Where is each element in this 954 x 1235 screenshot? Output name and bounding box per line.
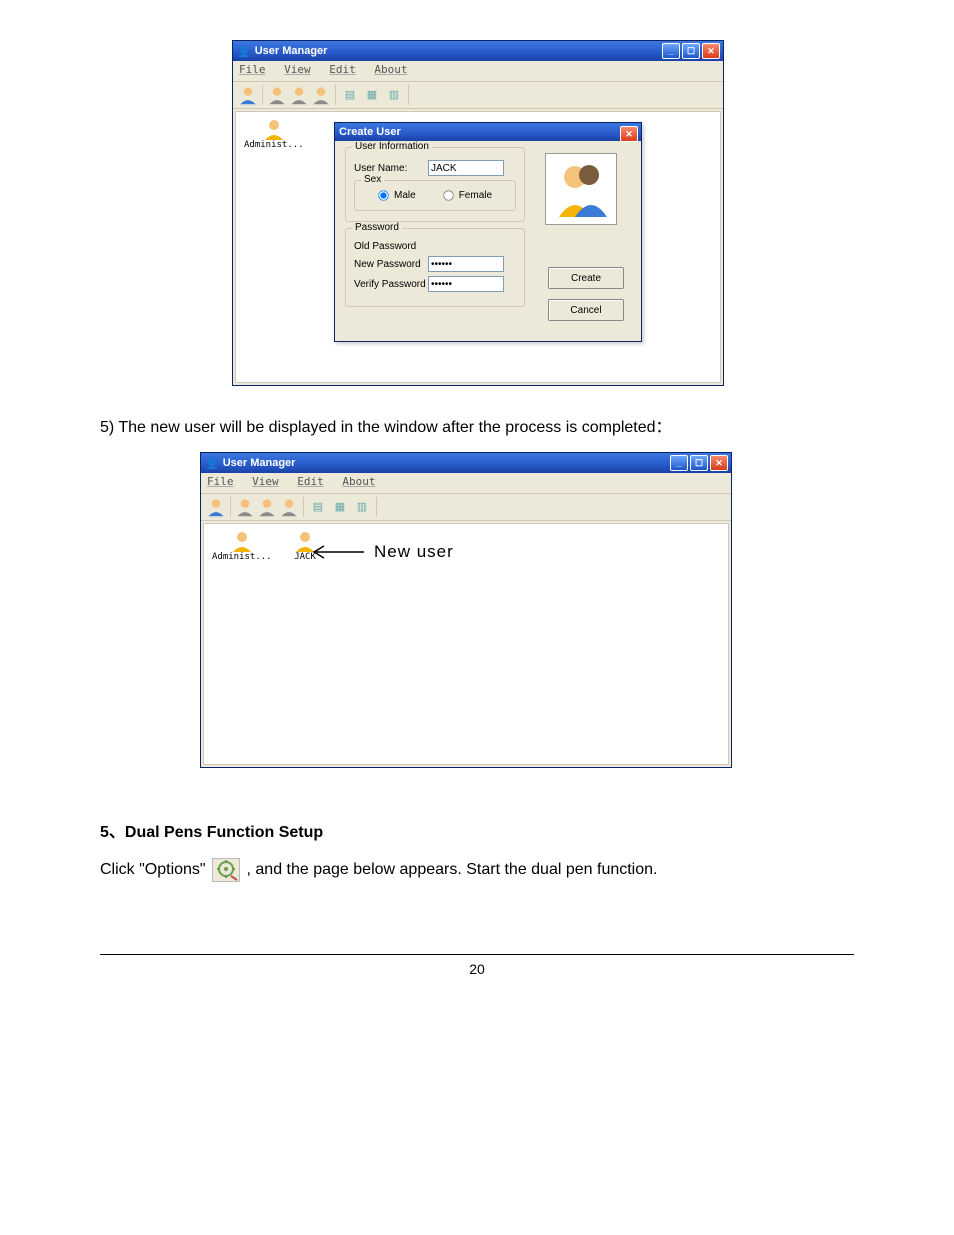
arrow-left-icon	[310, 544, 366, 560]
minimize-button[interactable]: _	[662, 43, 680, 59]
label-male: Male	[394, 190, 416, 201]
menu-view[interactable]: View	[284, 63, 311, 76]
figure-user-manager-result: 👤 User Manager _ ☐ ✕ File View Edit Abou…	[200, 452, 730, 768]
cancel-button[interactable]: Cancel	[548, 299, 624, 321]
page-number: 20	[469, 961, 485, 977]
tb-view-small-icon-2[interactable]: ▦	[329, 496, 351, 518]
toolbar: ▤ ▦ ▥	[233, 82, 723, 109]
maximize-button-2[interactable]: ☐	[690, 455, 708, 471]
user-label: Administ...	[244, 140, 304, 150]
tb-user-icon-2b[interactable]	[234, 496, 256, 518]
user-item-administ[interactable]: Administ...	[244, 118, 304, 150]
avatar-preview	[545, 153, 617, 225]
group-password: Password Old Password New Password	[345, 228, 525, 307]
app-icon-2: 👤	[205, 457, 219, 470]
label-new-password: New Password	[354, 259, 428, 270]
menu-edit-2[interactable]: Edit	[297, 475, 324, 488]
menubar-2[interactable]: File View Edit About	[201, 473, 731, 494]
tb-user-icon-3[interactable]	[288, 84, 310, 106]
titlebar[interactable]: 👤 User Manager _ ☐ ✕	[233, 41, 723, 61]
maximize-button[interactable]: ☐	[682, 43, 700, 59]
para-options-pre: Click "Options"	[100, 861, 206, 878]
window-user-manager-1: 👤 User Manager _ ☐ ✕ File View Edit Abou…	[232, 40, 724, 386]
app-icon: 👤	[237, 45, 251, 58]
figure-user-manager-create: 👤 User Manager _ ☐ ✕ File View Edit Abou…	[232, 40, 722, 386]
dialog-right-panel: Create Cancel	[545, 153, 627, 331]
close-button[interactable]: ✕	[702, 43, 720, 59]
window-user-manager-2: 👤 User Manager _ ☐ ✕ File View Edit Abou…	[200, 452, 732, 768]
toolbar-2: ▤ ▦ ▥	[201, 494, 731, 521]
dialog-title: Create User	[339, 126, 401, 138]
client-area: Administ... Create User ✕ User Informati…	[235, 111, 721, 383]
group-sex: Sex Male Female	[354, 180, 516, 211]
tb-view-large-icon[interactable]: ▤	[339, 84, 361, 106]
menu-edit[interactable]: Edit	[329, 63, 356, 76]
create-user-dialog: Create User ✕ User Information User Name…	[334, 122, 642, 342]
input-username[interactable]	[428, 160, 504, 176]
radio-male[interactable]	[378, 190, 388, 200]
tb-user-add-icon-2[interactable]	[205, 496, 227, 518]
label-verify-password: Verify Password	[354, 279, 428, 290]
new-user-annotation: New user	[310, 542, 454, 562]
titlebar-2[interactable]: 👤 User Manager _ ☐ ✕	[201, 453, 731, 473]
tb-user-icon-4b[interactable]	[278, 496, 300, 518]
tb-user-add-icon[interactable]	[237, 84, 259, 106]
tb-user-icon-2[interactable]	[266, 84, 288, 106]
label-old-password: Old Password	[354, 241, 428, 252]
menubar[interactable]: File View Edit About	[233, 61, 723, 82]
menu-file[interactable]: File	[239, 63, 266, 76]
options-icon	[212, 858, 240, 882]
dialog-close-icon[interactable]: ✕	[620, 126, 638, 142]
para-options: Click "Options" , and the page below app…	[100, 858, 854, 882]
input-verify-password[interactable]	[428, 276, 504, 292]
step-5-caption: 5) The new user will be displayed in the…	[100, 416, 854, 440]
page-footer: 20	[100, 954, 854, 977]
close-button-2[interactable]: ✕	[710, 455, 728, 471]
input-new-password[interactable]	[428, 256, 504, 272]
tb-user-icon-3b[interactable]	[256, 496, 278, 518]
para-options-post: , and the page below appears. Start the …	[247, 861, 658, 878]
client-area-2: Administ... JACK New user	[203, 523, 729, 765]
tb-view-small-icon[interactable]: ▦	[361, 84, 383, 106]
user-avatar-icon	[229, 530, 255, 552]
dialog-titlebar[interactable]: Create User	[335, 123, 641, 141]
menu-file-2[interactable]: File	[207, 475, 234, 488]
minimize-button-2[interactable]: _	[670, 455, 688, 471]
annotation-text: New user	[374, 542, 454, 562]
radio-female[interactable]	[443, 190, 453, 200]
menu-about[interactable]: About	[374, 63, 407, 76]
tb-view-large-icon-2[interactable]: ▤	[307, 496, 329, 518]
label-female: Female	[459, 190, 492, 201]
group-user-information: User Information User Name: Sex	[345, 147, 525, 222]
group-title-password: Password	[352, 222, 402, 233]
window-title: User Manager	[255, 45, 328, 57]
user-label-administ-2: Administ...	[212, 552, 272, 562]
label-username: User Name:	[354, 163, 428, 174]
create-button[interactable]: Create	[548, 267, 624, 289]
user-item-administ-2[interactable]: Administ...	[212, 530, 272, 562]
tb-view-list-icon-2[interactable]: ▥	[351, 496, 373, 518]
menu-about-2[interactable]: About	[342, 475, 375, 488]
tb-view-list-icon[interactable]: ▥	[383, 84, 405, 106]
group-title-sex: Sex	[361, 174, 384, 185]
section-heading-5: 5、Dual Pens Function Setup	[100, 818, 854, 842]
window-title-2: User Manager	[223, 457, 296, 469]
menu-view-2[interactable]: View	[252, 475, 279, 488]
group-title-userinfo: User Information	[352, 141, 432, 152]
tb-user-icon-4[interactable]	[310, 84, 332, 106]
avatar-icon	[551, 159, 611, 219]
user-avatar-icon	[261, 118, 287, 140]
